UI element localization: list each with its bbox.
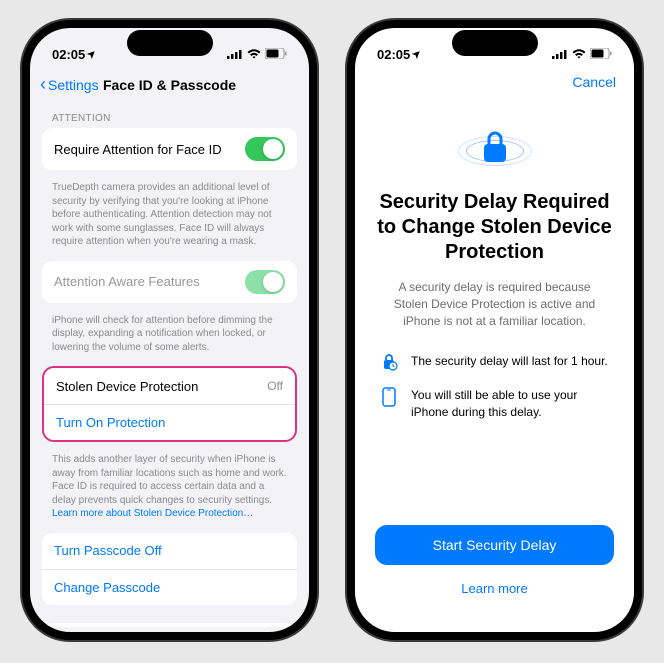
cell-value: Off	[267, 379, 283, 393]
learn-more-link[interactable]: Learn more	[375, 575, 614, 602]
dynamic-island	[452, 30, 538, 56]
attention-aware-footer: iPhone will check for attention before d…	[42, 309, 297, 367]
change-passcode-row[interactable]: Change Passcode	[42, 569, 297, 605]
chevron-left-icon: ‹	[40, 74, 46, 95]
cancel-button[interactable]: Cancel	[572, 74, 624, 90]
info-row-delay: The security delay will last for 1 hour.	[375, 353, 614, 371]
phone-right: 02:05 ➤ Cancel Security D	[347, 20, 642, 640]
attention-aware-row[interactable]: Attention Aware Features	[42, 261, 297, 303]
info-text: The security delay will last for 1 hour.	[411, 353, 608, 369]
stolen-device-footer: This adds another layer of security when…	[42, 448, 297, 533]
back-button[interactable]: ‹ Settings	[40, 74, 99, 95]
wifi-icon	[572, 47, 586, 62]
cell-label: Require Attention for Face ID	[54, 142, 222, 157]
cell-label: Turn On Protection	[56, 415, 165, 430]
settings-screen: 02:05 ➤ ‹ Settings Face ID & Passcode	[30, 28, 309, 632]
require-passcode-row[interactable]: Require Passcode Immediately ›	[42, 623, 297, 628]
modal-title: Security Delay Required to Change Stolen…	[375, 190, 614, 265]
signal-icon	[552, 47, 568, 62]
status-time: 02:05	[377, 47, 410, 62]
turn-passcode-off-row[interactable]: Turn Passcode Off	[42, 533, 297, 569]
stolen-device-row[interactable]: Stolen Device Protection Off	[44, 368, 295, 404]
require-attention-footer: TrueDepth camera provides an additional …	[42, 176, 297, 261]
phone-icon	[379, 387, 399, 407]
nav-bar: ‹ Settings Face ID & Passcode	[30, 70, 309, 103]
require-attention-row[interactable]: Require Attention for Face ID	[42, 128, 297, 170]
location-icon: ➤	[86, 47, 100, 61]
dynamic-island	[127, 30, 213, 56]
start-security-delay-button[interactable]: Start Security Delay	[375, 525, 614, 565]
cell-label: Stolen Device Protection	[56, 379, 198, 394]
section-header-attention: ATTENTION	[42, 103, 297, 128]
info-row-usage: You will still be able to use your iPhon…	[375, 387, 614, 419]
stolen-device-group: Stolen Device Protection Off Turn On Pro…	[42, 366, 297, 442]
turn-on-protection-row[interactable]: Turn On Protection	[44, 404, 295, 440]
cell-label: Attention Aware Features	[54, 274, 200, 289]
require-attention-toggle[interactable]	[245, 137, 285, 161]
status-time: 02:05	[52, 47, 85, 62]
battery-icon	[590, 47, 612, 62]
lock-hero-icon	[375, 128, 614, 166]
cell-label: Change Passcode	[54, 580, 160, 595]
clock-lock-icon	[379, 353, 399, 371]
signal-icon	[227, 47, 243, 62]
modal-description: A security delay is required because Sto…	[375, 279, 614, 329]
security-delay-screen: 02:05 ➤ Cancel Security D	[355, 28, 634, 632]
phone-left: 02:05 ➤ ‹ Settings Face ID & Passcode	[22, 20, 317, 640]
location-icon: ➤	[411, 47, 425, 61]
info-text: You will still be able to use your iPhon…	[411, 387, 610, 419]
attention-aware-toggle[interactable]	[245, 270, 285, 294]
wifi-icon	[247, 47, 261, 62]
nav-bar: Cancel	[355, 70, 634, 98]
page-title: Face ID & Passcode	[103, 77, 236, 93]
learn-more-link[interactable]: Learn more about Stolen Device Protectio…	[52, 508, 253, 519]
back-label: Settings	[48, 77, 99, 93]
cell-label: Turn Passcode Off	[54, 543, 162, 558]
battery-icon	[265, 47, 287, 62]
